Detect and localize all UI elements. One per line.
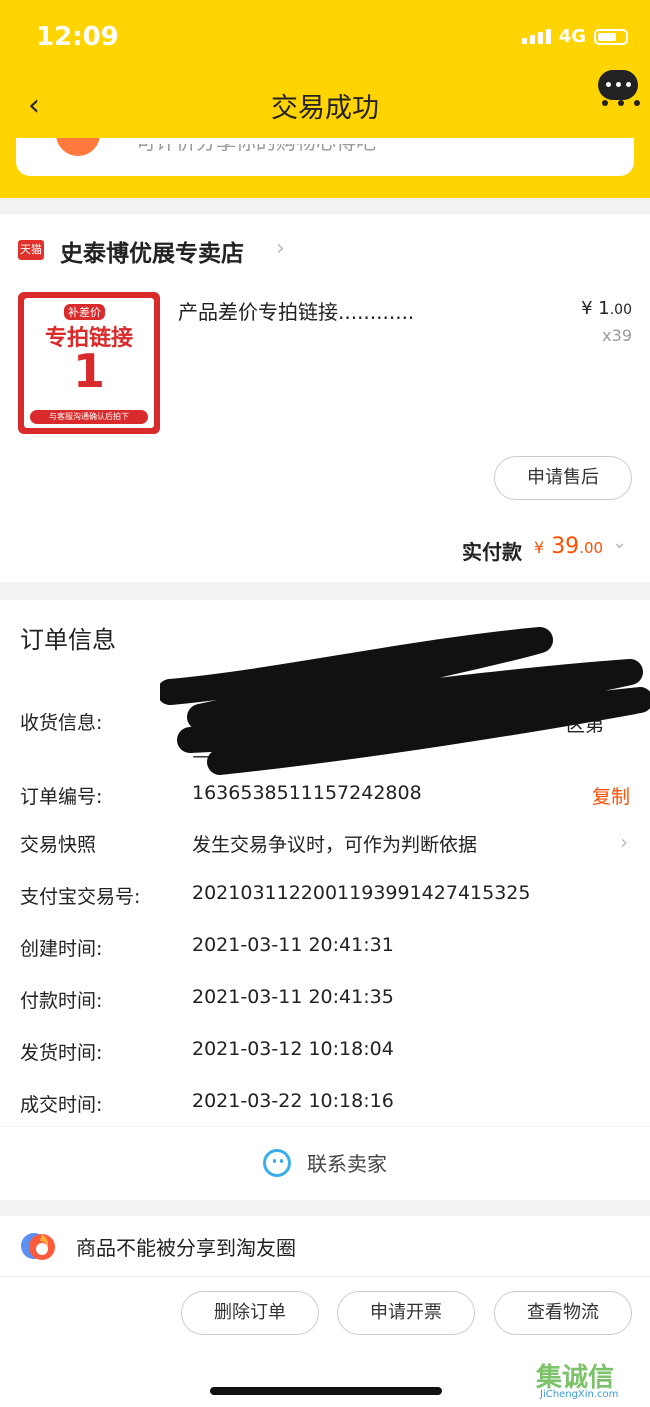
paid-label: 实付款: [462, 540, 522, 564]
message-icon-dots: [602, 100, 640, 106]
chevron-right-icon[interactable]: ›: [620, 830, 628, 854]
share-notice-text: 商品不能被分享到淘友圈: [76, 1236, 296, 1260]
share-circle-icon: [21, 1233, 55, 1260]
order-number: 1636538511157242808: [192, 782, 422, 804]
order-number-label: 订单编号:: [20, 786, 103, 808]
paid-int: 39: [551, 534, 580, 559]
alipay-number-label: 支付宝交易号:: [20, 886, 141, 908]
smiley-chat-icon: [263, 1148, 291, 1177]
after-sale-button[interactable]: 申请售后: [494, 456, 632, 500]
contact-seller-button[interactable]: 联系卖家: [0, 1148, 650, 1177]
thumb-number: 1: [72, 344, 105, 398]
redaction-scribble: [160, 627, 650, 775]
bottom-action-bar: 删除订单 申请开票 查看物流 集诚信 JiChengXin.com: [0, 1276, 650, 1407]
snapshot-label[interactable]: 交易快照: [20, 830, 96, 857]
price-int: 1: [598, 298, 610, 319]
signal-icon: [521, 29, 551, 44]
product-quantity: x39: [602, 326, 632, 345]
snapshot-value[interactable]: 发生交易争议时，可作为判断依据: [192, 830, 477, 857]
home-indicator[interactable]: [210, 1387, 442, 1395]
message-icon[interactable]: [598, 70, 638, 100]
battery-icon: [594, 28, 628, 45]
tmall-badge: 天猫: [18, 240, 44, 260]
price-dec: .00: [609, 302, 632, 318]
alipay-number: 2021031122001193991427415325: [192, 882, 531, 904]
shop-card: 天猫 史泰博优展专卖店 › 补差价 专拍链接 1 与客服沟通确认后拍下 产品差价…: [0, 214, 650, 582]
review-prompt-text: 可评价分享你的购物心得吧: [136, 138, 376, 154]
product-thumbnail[interactable]: 补差价 专拍链接 1 与客服沟通确认后拍下: [18, 292, 160, 434]
review-prompt-card[interactable]: 可评价分享你的购物心得吧: [16, 138, 634, 176]
chevron-right-icon[interactable]: ›: [276, 236, 285, 261]
created-time: 2021-03-11 20:41:31: [192, 934, 394, 956]
page-title: 交易成功: [271, 93, 379, 124]
status-time: 12:09: [36, 22, 119, 52]
order-info-title: 订单信息: [20, 626, 116, 654]
paid-dec: .00: [579, 539, 604, 557]
closed-time-label: 成交时间:: [20, 1094, 103, 1116]
status-indicators: 4G: [521, 26, 628, 47]
paid-time-label: 付款时间:: [20, 990, 103, 1012]
thumb-tag: 补差价: [64, 304, 105, 320]
delete-order-button[interactable]: 删除订单: [181, 1291, 319, 1335]
paid-amount: ¥ 39.00: [534, 534, 603, 559]
closed-time: 2021-03-22 10:18:16: [192, 1090, 394, 1112]
order-info-card: 订单信息 收货信息: 区第 三园区 订单编号: 1636538511157242…: [0, 600, 650, 1200]
shop-name[interactable]: 史泰博优展专卖店: [60, 234, 244, 268]
review-avatar: [56, 138, 100, 156]
watermark-url: JiChengXin.com: [540, 1389, 619, 1400]
paid-time: 2021-03-11 20:41:35: [192, 986, 394, 1008]
chevron-down-icon[interactable]: ⌄: [612, 532, 627, 553]
shipped-time: 2021-03-12 10:18:04: [192, 1038, 394, 1060]
created-time-label: 创建时间:: [20, 938, 103, 960]
share-notice-card: 商品不能被分享到淘友圈: [0, 1216, 650, 1276]
paid-currency: ¥: [534, 538, 545, 557]
copy-button[interactable]: 复制: [592, 782, 630, 809]
product-price: ¥ 1.00: [581, 298, 632, 319]
product-name[interactable]: 产品差价专拍链接............: [178, 296, 414, 325]
receiver-label: 收货信息:: [20, 712, 103, 734]
shipped-time-label: 发货时间:: [20, 1042, 103, 1064]
request-invoice-button[interactable]: 申请开票: [337, 1291, 475, 1335]
contact-seller-label: 联系卖家: [307, 1152, 387, 1176]
view-logistics-button[interactable]: 查看物流: [494, 1291, 632, 1335]
divider: [0, 1126, 650, 1127]
network-label: 4G: [558, 26, 586, 47]
thumb-footer: 与客服沟通确认后拍下: [30, 410, 148, 424]
currency-symbol: ¥: [581, 298, 593, 319]
